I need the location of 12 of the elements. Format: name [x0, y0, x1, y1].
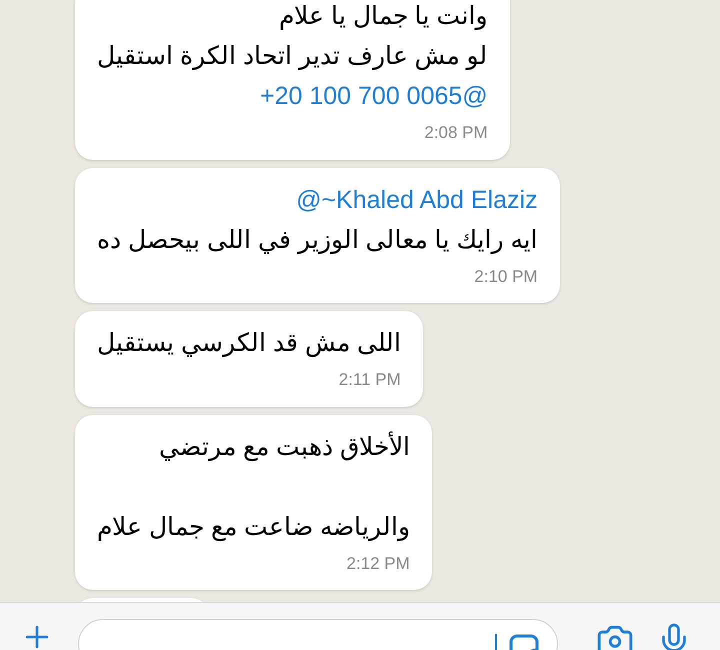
message-text: ايه رايك يا معالى الوزير في اللى بيحصل ده [97, 224, 538, 256]
message-time: 2:08 PM [424, 122, 488, 144]
message-text: الأخلاق ذهبت مع مرتضي [158, 430, 410, 464]
message-text: لو مش عارف تدير اتحاد الكرة استقيل [97, 41, 488, 72]
message-text: وانت يا جمال يا علام [278, 1, 488, 32]
mention-link[interactable]: +20 100 700 0065@ [260, 76, 488, 116]
message-time: 2:11 PM [338, 369, 401, 391]
message-text: والرياضه ضاعت مع جمال علام [97, 512, 410, 544]
mention-link[interactable]: @~Khaled Abd Elaziz [296, 180, 538, 220]
message-text: اللى مش قد الكرسي يستقيل [97, 328, 401, 360]
message-time: 2:10 PM [474, 266, 538, 288]
message-time: 2:12 PM [346, 552, 410, 574]
